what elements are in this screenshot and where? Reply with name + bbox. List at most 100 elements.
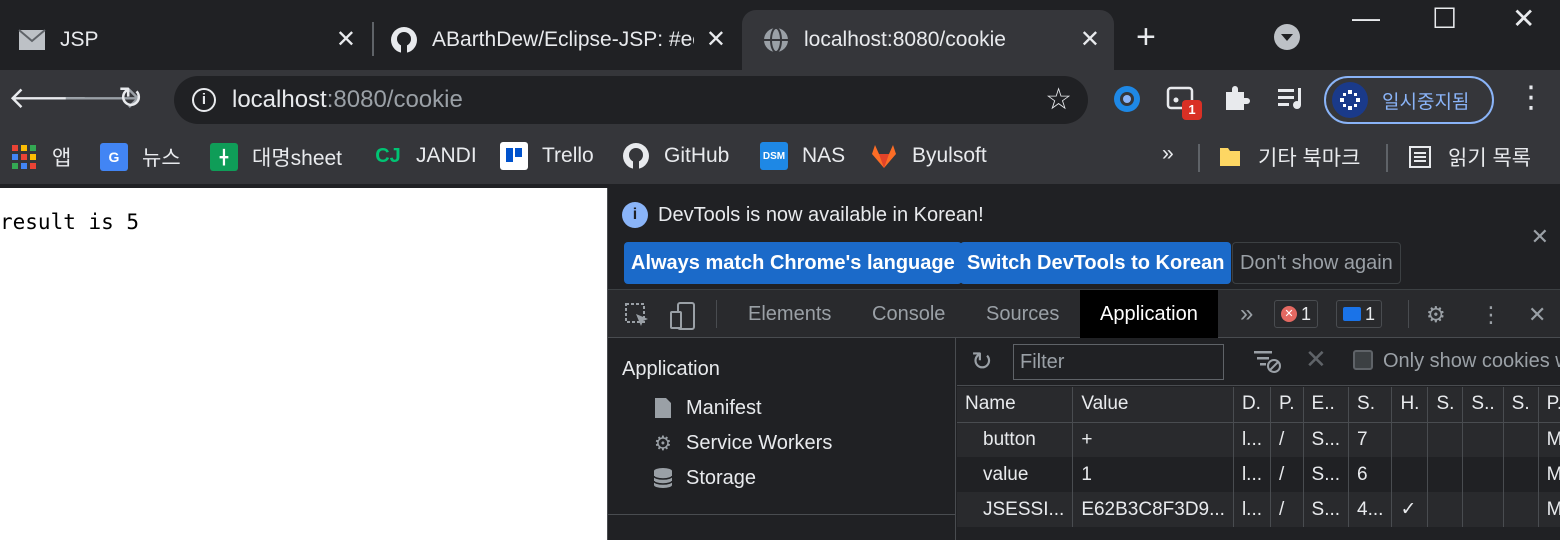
trello-icon xyxy=(500,142,528,170)
bookmark-trello[interactable]: Trello xyxy=(500,142,594,170)
device-toolbar-icon[interactable] xyxy=(670,302,696,336)
bookmarks-overflow-button[interactable]: » xyxy=(1162,142,1174,166)
jandi-icon: CJ xyxy=(375,144,401,167)
column-header[interactable]: P.. xyxy=(1538,387,1560,423)
extension-icon[interactable]: 1 xyxy=(1166,84,1202,120)
folder-icon xyxy=(1216,143,1244,171)
column-header[interactable]: Value xyxy=(1072,387,1234,423)
dont-show-again-button[interactable]: Don't show again xyxy=(1232,242,1401,284)
table-cell xyxy=(1462,422,1504,457)
tab-application[interactable]: Application xyxy=(1080,290,1218,338)
maximize-button[interactable]: ☐ xyxy=(1432,2,1457,35)
table-cell xyxy=(1503,422,1539,457)
new-tab-button[interactable]: + xyxy=(1136,20,1156,54)
gitlab-icon xyxy=(870,142,898,170)
close-tab-icon[interactable]: ✕ xyxy=(336,26,356,54)
filter-input[interactable] xyxy=(1013,344,1224,380)
table-row[interactable]: button+l.../S...7 M.. xyxy=(957,422,1560,457)
close-devtools-icon[interactable]: ✕ xyxy=(1528,302,1546,328)
tab-strip: JSP ✕ ABarthDew/Eclipse-JSP: #ec ✕ local… xyxy=(0,0,1560,70)
column-header[interactable]: S. xyxy=(1503,387,1539,423)
column-header[interactable]: D. xyxy=(1233,387,1272,423)
reading-list-icon[interactable] xyxy=(1276,84,1306,114)
reload-button[interactable]: ↻ xyxy=(118,82,143,116)
table-row[interactable]: value1l.../S...6 M.. xyxy=(957,457,1560,492)
extension-icon[interactable] xyxy=(1112,84,1142,114)
bookmark-sheet[interactable]: ╋ 대명sheet xyxy=(210,142,342,172)
column-header[interactable]: S. xyxy=(1348,387,1393,423)
reading-list-button[interactable]: 읽기 목록 xyxy=(1406,142,1531,172)
column-header[interactable]: S. xyxy=(1427,387,1464,423)
bookmark-star-icon[interactable]: ☆ xyxy=(1045,82,1072,117)
profile-button[interactable]: 일시중지됨 xyxy=(1324,76,1494,124)
tab-localhost[interactable]: localhost:8080/cookie ✕ xyxy=(742,10,1114,70)
tab-jsp[interactable]: JSP ✕ xyxy=(0,10,370,70)
info-icon: i xyxy=(622,202,648,228)
tab-console[interactable]: Console xyxy=(872,290,945,338)
table-cell: l... xyxy=(1233,422,1272,457)
messages-badge[interactable]: 1 xyxy=(1336,300,1383,328)
only-show-issues-label: Only show cookies w xyxy=(1383,350,1560,372)
always-match-language-button[interactable]: Always match Chrome's language xyxy=(624,242,962,284)
puzzle-icon[interactable] xyxy=(1222,84,1252,114)
table-cell: S... xyxy=(1303,422,1350,457)
minimize-button[interactable]: — xyxy=(1352,2,1380,34)
bookmark-byulsoft[interactable]: Byulsoft xyxy=(870,142,987,170)
bookmark-label: Byulsoft xyxy=(912,144,987,167)
chrome-menu-icon[interactable]: ⋮ xyxy=(1516,80,1546,115)
tab-sources[interactable]: Sources xyxy=(986,290,1059,338)
mail-icon xyxy=(18,26,46,54)
bookmark-apps[interactable]: 앱 xyxy=(10,142,71,172)
tab-elements[interactable]: Elements xyxy=(748,290,831,338)
bookmark-news[interactable]: G 뉴스 xyxy=(100,142,181,172)
sidebar-item-service-workers[interactable]: ⚙ Service Workers xyxy=(652,431,832,455)
table-cell: 6 xyxy=(1348,457,1393,492)
close-infobar-icon[interactable]: ✕ xyxy=(1531,224,1549,250)
column-header[interactable]: S.. xyxy=(1462,387,1504,423)
address-bar[interactable]: i localhost:8080/cookie ☆ xyxy=(174,76,1088,124)
bookmark-label: 뉴스 xyxy=(142,147,181,170)
table-cell: JSESSI... xyxy=(957,492,1074,527)
column-header[interactable]: E.. xyxy=(1303,387,1350,423)
table-cell: l... xyxy=(1233,457,1272,492)
cookies-panel: ↻ ✕ Only show cookies w NameValueD.P.E..… xyxy=(957,338,1560,540)
only-show-issues-checkbox[interactable] xyxy=(1353,350,1373,370)
column-header[interactable]: Name xyxy=(957,387,1074,423)
refresh-icon[interactable]: ↻ xyxy=(971,346,993,377)
inspect-element-icon[interactable] xyxy=(624,302,650,334)
more-tabs-button[interactable]: » xyxy=(1240,290,1253,338)
bookmark-other[interactable]: 기타 북마크 xyxy=(1216,142,1360,172)
close-tab-icon[interactable]: ✕ xyxy=(1080,26,1100,54)
tab-search-icon[interactable] xyxy=(1274,24,1300,50)
reading-list-icon xyxy=(1406,143,1434,171)
bookmark-label: 앱 xyxy=(52,147,72,170)
github-icon xyxy=(622,142,650,170)
table-cell: button xyxy=(957,422,1074,457)
bookmark-github[interactable]: GitHub xyxy=(622,142,729,170)
table-cell: + xyxy=(1072,422,1234,457)
close-tab-icon[interactable]: ✕ xyxy=(706,26,726,54)
bookmark-separator xyxy=(1198,144,1200,172)
table-cell: / xyxy=(1270,457,1304,492)
table-cell: S... xyxy=(1303,492,1350,527)
table-row[interactable]: JSESSI...E62B3C8F3D9...l.../S...4...✓ M.. xyxy=(957,492,1560,527)
delete-selected-icon[interactable]: ✕ xyxy=(1305,344,1327,375)
column-header[interactable]: P. xyxy=(1270,387,1304,423)
devtools-menu-icon[interactable]: ⋮ xyxy=(1480,302,1502,328)
clear-filtered-cookies-icon[interactable] xyxy=(1253,348,1283,374)
table-cell: 4... xyxy=(1348,492,1393,527)
close-window-button[interactable]: ✕ xyxy=(1512,2,1535,35)
infobar-message: i DevTools is now available in Korean! xyxy=(622,202,984,228)
errors-badge[interactable]: ✕ 1 xyxy=(1274,300,1319,328)
site-info-icon[interactable]: i xyxy=(192,88,216,112)
table-cell: S... xyxy=(1303,457,1350,492)
sidebar-item-storage[interactable]: Storage xyxy=(652,466,756,490)
bookmark-nas[interactable]: DSM NAS xyxy=(760,142,845,170)
tab-github[interactable]: ABarthDew/Eclipse-JSP: #ec ✕ xyxy=(374,10,740,70)
bookmark-jandi[interactable]: CJ JANDI xyxy=(374,142,476,170)
sidebar-item-manifest[interactable]: Manifest xyxy=(652,396,762,420)
url-text[interactable]: localhost:8080/cookie xyxy=(232,86,463,114)
settings-gear-icon[interactable]: ⚙ xyxy=(1426,302,1446,328)
column-header[interactable]: H. xyxy=(1391,387,1429,423)
switch-devtools-korean-button[interactable]: Switch DevTools to Korean xyxy=(960,242,1232,284)
